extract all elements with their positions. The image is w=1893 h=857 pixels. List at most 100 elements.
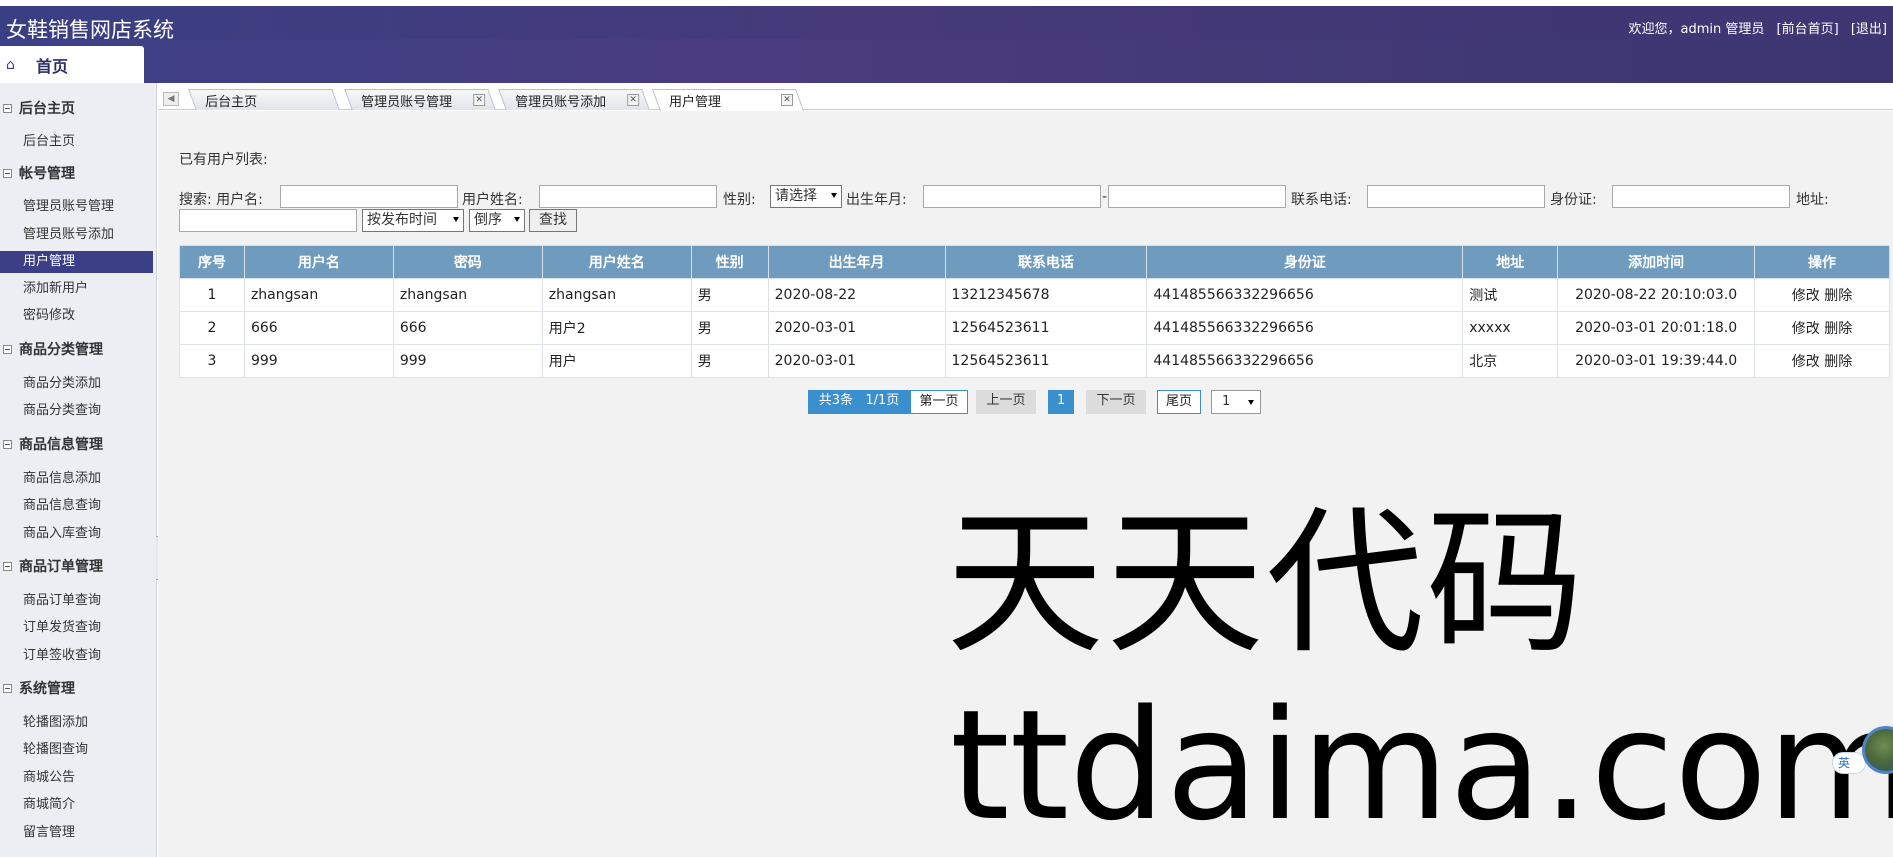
cell-birth: 2020-03-01 (767, 344, 946, 378)
sidebar-group-orders[interactable]: 商品订单管理 (0, 555, 157, 577)
ime-toggle[interactable]: 英 (1832, 752, 1866, 774)
cell-phone: 13212345678 (944, 278, 1148, 312)
home-tab-label: 首页 (36, 56, 69, 76)
watermark-domain: ttdaima.com (950, 677, 1893, 854)
search-button[interactable]: 查找 (529, 209, 577, 232)
sidebar-group-title: 商品信息管理 (19, 437, 103, 453)
close-icon[interactable]: ✕ (473, 94, 486, 106)
sidebar-item-query-product[interactable]: 商品信息查询 (0, 495, 153, 517)
prev-page-button[interactable]: 上一页 (976, 390, 1036, 414)
collapse-box-icon (3, 344, 12, 354)
sidebar-item-receipt-query[interactable]: 订单签收查询 (0, 645, 153, 667)
sidebar-item-users[interactable]: 用户管理 (0, 251, 153, 273)
tab-dashboard[interactable]: 后台主页 (188, 89, 340, 110)
sidebar-group-system[interactable]: 系统管理 (0, 677, 157, 699)
cell-index: 3 (179, 344, 245, 378)
cell-fullname: 用户2 (541, 311, 692, 345)
delete-link[interactable]: 删除 (1824, 321, 1852, 337)
cell-added-time: 2020-08-22 20:10:03.0 (1557, 278, 1756, 312)
cell-actions: 修改 删除 (1754, 311, 1890, 345)
cell-id-card: 441485566332296656 (1146, 278, 1464, 312)
tab-label: 管理员账号添加 (515, 94, 607, 110)
sidebar-item-add-admin[interactable]: 管理员账号添加 (0, 224, 153, 246)
sidebar-group-home[interactable]: 后台主页 (0, 97, 157, 119)
cell-actions: 修改 删除 (1754, 278, 1890, 312)
birth-to-input[interactable] (1108, 185, 1286, 208)
collapse-box-icon (3, 561, 12, 571)
edit-link[interactable]: 修改 (1792, 288, 1820, 304)
id-card-input[interactable] (1612, 185, 1790, 208)
sidebar-group-accounts[interactable]: 帐号管理 (0, 162, 157, 184)
close-icon[interactable]: ✕ (781, 94, 793, 106)
sidebar-group-categories[interactable]: 商品分类管理 (0, 338, 157, 360)
fullname-input[interactable] (539, 185, 717, 208)
edit-link[interactable]: 修改 (1792, 321, 1820, 337)
page-jump-select[interactable]: 1 (1211, 390, 1261, 414)
birth-from-input[interactable] (923, 185, 1101, 208)
sidebar-item-query-banner[interactable]: 轮播图查询 (0, 739, 153, 761)
sidebar-item-order-query[interactable]: 商品订单查询 (0, 590, 153, 612)
cell-added-time: 2020-03-01 20:01:18.0 (1557, 311, 1756, 345)
sort-field-value: 按发布时间 (367, 212, 437, 228)
sort-order-select[interactable]: 倒序 (469, 209, 525, 232)
sidebar-item-shop-intro[interactable]: 商城简介 (0, 794, 153, 816)
sidebar-item-password[interactable]: 密码修改 (0, 305, 153, 327)
current-page-button[interactable]: 1 (1048, 390, 1074, 414)
tab-user-management[interactable]: 用户管理 ✕ (651, 89, 805, 111)
sidebar-item-dashboard[interactable]: 后台主页 (0, 131, 153, 153)
phone-input[interactable] (1367, 185, 1545, 208)
cell-index: 1 (179, 278, 245, 312)
delete-link[interactable]: 删除 (1824, 288, 1852, 304)
delete-link[interactable]: 删除 (1824, 354, 1852, 370)
column-header: 序号 (179, 245, 245, 279)
sidebar-item-stock-query[interactable]: 商品入库查询 (0, 523, 153, 545)
total-count: 共3条 (818, 393, 853, 408)
table-row: 1 zhangsan zhangsan zhangsan 男 2020-08-2… (179, 278, 1890, 312)
birth-range-separator: - (1102, 189, 1108, 205)
sidebar-item-add-product[interactable]: 商品信息添加 (0, 468, 153, 490)
gender-select-value: 请选择 (775, 188, 817, 204)
sidebar-group-products[interactable]: 商品信息管理 (0, 433, 157, 455)
column-header: 地址 (1462, 245, 1559, 279)
close-icon[interactable]: ✕ (627, 94, 640, 106)
chevron-down-icon (453, 217, 459, 222)
table-header-row: 序号 用户名 密码 用户姓名 性别 出生年月 联系电话 身份证 地址 添加时间 … (179, 245, 1890, 279)
first-page-button[interactable]: 第一页 (910, 390, 968, 414)
gender-label: 性别: (723, 192, 756, 208)
username-input[interactable] (280, 185, 458, 208)
cell-username: zhangsan (243, 278, 394, 312)
sidebar-item-announcement[interactable]: 商城公告 (0, 767, 153, 789)
sidebar-item-shipping-query[interactable]: 订单发货查询 (0, 617, 153, 639)
sidebar-item-admin-accounts[interactable]: 管理员账号管理 (0, 196, 153, 218)
user-table: 序号 用户名 密码 用户姓名 性别 出生年月 联系电话 身份证 地址 添加时间 … (179, 245, 1890, 378)
table-row: 2 666 666 用户2 男 2020-03-01 12564523611 4… (179, 311, 1890, 345)
tab-admin-accounts[interactable]: 管理员账号管理 ✕ (344, 89, 496, 110)
chevron-down-icon (831, 193, 837, 198)
pagination-summary: 共3条 1/1页 (808, 390, 910, 414)
watermark-title: 天天代码 (946, 492, 1586, 676)
tab-scroll-left-button[interactable]: ◀ (163, 92, 179, 106)
cell-username: 999 (243, 344, 394, 378)
sidebar-item-add-user[interactable]: 添加新用户 (0, 278, 153, 300)
search-username-label: 搜索: 用户名: (179, 192, 263, 208)
collapse-box-icon (3, 168, 12, 178)
gender-select[interactable]: 请选择 (770, 185, 842, 208)
tab-add-admin[interactable]: 管理员账号添加 ✕ (498, 89, 650, 110)
sidebar: 后台主页 后台主页 帐号管理 管理员账号管理 管理员账号添加 用户管理 添加新用… (0, 83, 157, 857)
sort-field-select[interactable]: 按发布时间 (362, 209, 464, 232)
sidebar-item-add-category[interactable]: 商品分类添加 (0, 373, 153, 395)
cell-gender: 男 (690, 278, 769, 312)
logout-link[interactable]: [退出] (1851, 22, 1887, 37)
sidebar-item-messages[interactable]: 留言管理 (0, 822, 153, 844)
cell-gender: 男 (690, 344, 769, 378)
home-tab[interactable]: ⌂ 首页 (0, 46, 144, 83)
sidebar-item-add-banner[interactable]: 轮播图添加 (0, 712, 153, 734)
edit-link[interactable]: 修改 (1792, 354, 1820, 370)
table-row: 3 999 999 用户 男 2020-03-01 12564523611 44… (179, 344, 1890, 378)
front-home-link[interactable]: [前台首页] (1777, 22, 1839, 37)
sidebar-item-query-category[interactable]: 商品分类查询 (0, 400, 153, 422)
address-input[interactable] (179, 209, 357, 232)
column-header: 用户姓名 (541, 245, 692, 279)
last-page-button[interactable]: 尾页 (1157, 390, 1201, 414)
next-page-button[interactable]: 下一页 (1086, 390, 1146, 414)
